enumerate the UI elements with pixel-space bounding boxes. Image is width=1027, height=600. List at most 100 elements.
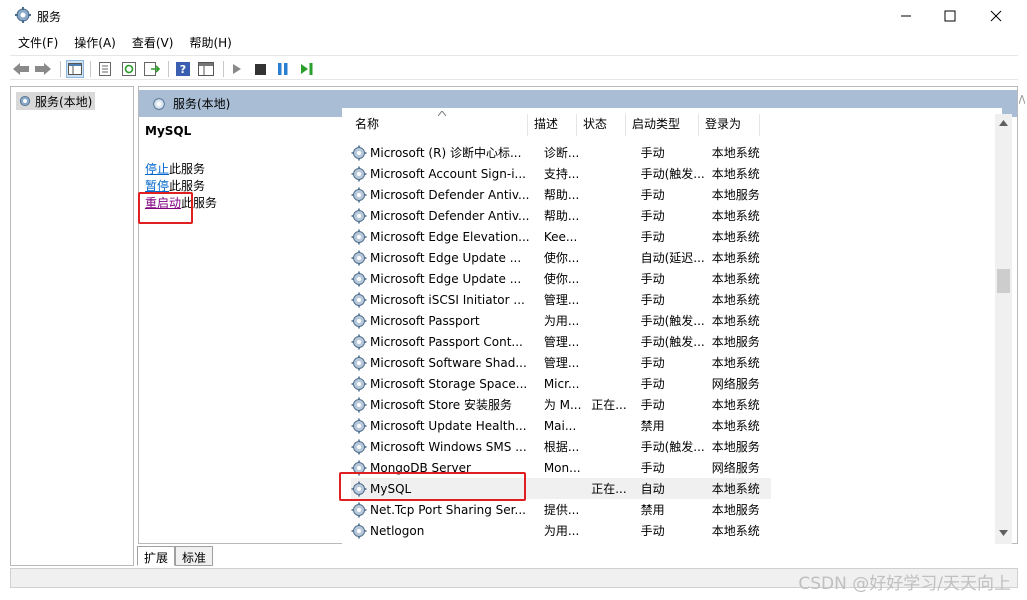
service-row[interactable]: Microsoft Passport Cont... 管理... 手动(触发... 本… [351, 331, 771, 352]
close-button[interactable] [973, 0, 1019, 32]
scroll-up-icon[interactable] [999, 120, 1008, 126]
service-description: 根据... [543, 440, 580, 454]
service-row[interactable]: Microsoft Edge Elevation... Kee... 手动 本地系统 [351, 226, 771, 247]
services-gear-icon [15, 7, 31, 23]
service-startup-type: 手动(触发... [640, 440, 705, 454]
menu-help[interactable]: 帮助(H) [181, 32, 239, 52]
tab-standard[interactable]: 标准 [175, 546, 214, 566]
service-name: Microsoft Update Health... [370, 418, 527, 433]
service-description: 帮助... [543, 209, 580, 223]
service-row[interactable]: Microsoft Edge Update ... 使你... 自动(延迟... 本地… [351, 247, 771, 268]
service-log-on-as: 本地系统 [711, 398, 760, 412]
column-header-description[interactable]: 描述 [528, 114, 577, 136]
service-name: Microsoft Passport Cont... [370, 334, 523, 349]
restart-service-button[interactable] [297, 60, 315, 78]
service-row[interactable]: Microsoft Edge Update ... 使你... 手动 本地系统 [351, 268, 771, 289]
scroll-down-icon[interactable] [999, 530, 1008, 536]
back-button[interactable] [12, 60, 30, 78]
scrollbar-thumb[interactable] [997, 269, 1010, 293]
show-hide-tree-button[interactable] [66, 60, 84, 78]
service-row[interactable]: Microsoft iSCSI Initiator ... 管理... 手动 本地系统 [351, 289, 771, 310]
service-startup-type: 手动 [640, 209, 665, 223]
menu-action[interactable]: 操作(A) [66, 32, 124, 52]
service-startup-type: 自动(延迟... [640, 251, 705, 265]
service-row[interactable]: Microsoft Account Sign-i... 支持... 手动(触发...… [351, 163, 771, 184]
tab-extended[interactable]: 扩展 [137, 546, 176, 566]
service-row[interactable]: Microsoft Update Health... Mai... 禁用 本地系统 [351, 415, 771, 436]
column-header-name[interactable]: 名称 [342, 114, 528, 136]
service-row[interactable]: Microsoft Software Shad... 管理... 手动 本地系统 [351, 352, 771, 373]
service-name: Netlogon [370, 523, 425, 538]
service-status: 正在... [591, 482, 627, 496]
column-header-log-on-as[interactable]: 登录为 [699, 114, 760, 136]
svg-text:?: ? [180, 63, 186, 76]
service-log-on-as: 本地系统 [711, 251, 760, 265]
service-row[interactable]: Microsoft Defender Antiv... 帮助... 手动 本地服务 [351, 184, 771, 205]
help-button[interactable]: ? [174, 60, 192, 78]
service-gear-icon [351, 292, 367, 307]
service-log-on-as: 本地系统 [711, 293, 760, 307]
console-tree: 服务(本地) [10, 86, 134, 566]
service-log-on-as: 本地系统 [711, 419, 760, 433]
service-startup-type: 手动 [640, 293, 665, 307]
service-row[interactable]: Microsoft Passport 为用... 手动(触发... 本地系统 [351, 310, 771, 331]
service-startup-type: 手动 [640, 377, 665, 391]
restart-highlight-box [138, 192, 193, 224]
close-icon [990, 10, 1002, 22]
export-list-button[interactable] [143, 60, 161, 78]
service-startup-type: 手动 [640, 230, 665, 244]
service-startup-type: 手动(触发... [640, 314, 705, 328]
console-button[interactable] [197, 60, 215, 78]
service-name: Microsoft Passport [370, 313, 480, 328]
service-gear-icon [351, 502, 367, 517]
service-row[interactable]: Microsoft Windows SMS ... 根据... 手动(触发... 本地… [351, 436, 771, 457]
start-service-button[interactable] [228, 60, 246, 78]
service-name: Microsoft Storage Space... [370, 376, 528, 391]
selected-service-name: MySQL [145, 124, 192, 138]
refresh-button[interactable] [120, 60, 138, 78]
service-name: Microsoft Edge Update ... [370, 250, 522, 265]
vertical-scrollbar[interactable] [995, 114, 1012, 544]
service-log-on-as: 本地系统 [711, 314, 760, 328]
maximize-button[interactable] [927, 0, 973, 32]
column-header-status[interactable]: 状态 [577, 114, 626, 136]
toolbar-separator [90, 61, 91, 77]
service-row[interactable]: Microsoft Storage Space... Micr... 手动 网络服务 [351, 373, 771, 394]
service-name: Microsoft Account Sign-i... [370, 166, 526, 181]
service-row[interactable]: Microsoft (R) 诊断中心标... 诊断... 手动 本地系统 [351, 142, 771, 163]
stop-service-suffix: 此服务 [169, 162, 206, 176]
forward-button[interactable] [34, 60, 52, 78]
service-name: Microsoft Defender Antiv... [370, 208, 530, 223]
service-row[interactable]: Microsoft Defender Antiv... 帮助... 手动 本地系统 [351, 205, 771, 226]
service-row[interactable]: Microsoft Store 安装服务 为 M... 正在... 手动 本地系统 [351, 394, 771, 415]
services-gear-icon [19, 95, 31, 107]
menu-view[interactable]: 查看(V) [124, 32, 182, 52]
pause-service-link[interactable]: 暂停 [145, 179, 169, 193]
service-name: Microsoft (R) 诊断中心标... [370, 146, 522, 160]
service-gear-icon [351, 523, 367, 538]
menu-file[interactable]: 文件(F) [10, 32, 66, 52]
console-icon [198, 62, 214, 76]
stop-service-action: 停止此服务 [145, 160, 205, 177]
help-icon: ? [176, 62, 190, 76]
service-log-on-as: 本地系统 [711, 209, 760, 223]
toolbar-separator [60, 61, 61, 77]
toolbar-separator [168, 61, 169, 77]
tree-node-services-local[interactable]: 服务(本地) [16, 92, 96, 110]
stop-service-button[interactable] [251, 60, 269, 78]
service-log-on-as: 本地系统 [711, 230, 760, 244]
service-description: 帮助... [543, 188, 580, 202]
service-name: Microsoft iSCSI Initiator ... [370, 292, 525, 307]
forward-arrow-icon [35, 63, 51, 75]
scroll-up-small-icon [1019, 95, 1025, 104]
service-description: 为 M... [543, 398, 582, 412]
service-startup-type: 手动 [640, 356, 665, 370]
stop-service-link[interactable]: 停止 [145, 162, 169, 176]
column-header-startup-type[interactable]: 启动类型 [626, 114, 699, 136]
service-row[interactable]: Netlogon 为用... 手动 本地系统 [351, 520, 771, 541]
minimize-button[interactable] [883, 0, 929, 32]
menu-bar: 文件(F) 操作(A) 查看(V) 帮助(H) [10, 32, 240, 52]
properties-button[interactable] [96, 60, 114, 78]
pause-service-button[interactable] [274, 60, 292, 78]
service-row[interactable]: Net.Tcp Port Sharing Ser... 提供... 禁用 本地服务 [351, 499, 771, 520]
